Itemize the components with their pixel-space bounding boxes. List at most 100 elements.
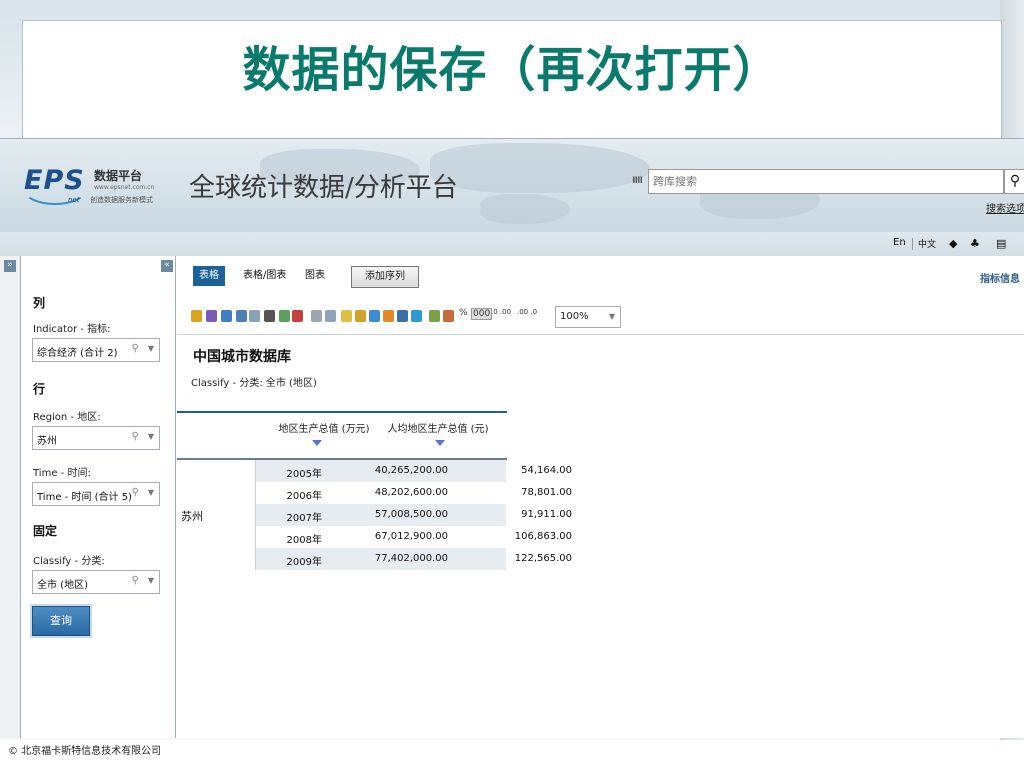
app-screenshot: EPS net 数据平台 www.epsnet.com.cn 创造数据服务新模式… — [0, 138, 1024, 738]
search-icon[interactable]: ⚲ — [132, 343, 139, 354]
cell-per-capita: 106,863.00 — [514, 531, 572, 542]
document-icon[interactable]: ▤ — [996, 237, 1006, 250]
layout-icon[interactable] — [411, 310, 422, 322]
tab-table[interactable]: 表格 — [193, 266, 225, 286]
search-icon: ⚲ — [1009, 173, 1021, 189]
database-subtitle: Classify - 分类: 全市 (地区) — [191, 378, 317, 389]
cell-gdp: 57,008,500.00 — [374, 509, 448, 520]
slide-title: 数据的保存（再次打开） — [242, 42, 782, 98]
indicator-label: Indicator - 指标: — [33, 324, 111, 335]
sort-icon[interactable] — [312, 440, 322, 446]
chevron-down-icon[interactable]: ▼ — [148, 488, 154, 497]
tab-table-chart[interactable]: 表格/图表 — [237, 266, 292, 286]
query-button[interactable]: 查询 — [32, 606, 90, 636]
copy-icon[interactable] — [311, 310, 322, 322]
chevron-down-icon[interactable]: ▼ — [609, 307, 615, 327]
users-icon[interactable]: ♣ — [970, 237, 980, 250]
search-input[interactable] — [648, 169, 1004, 194]
table-row: 2005年 40,265,200.00 54,164.00 — [256, 460, 572, 482]
pdf-icon[interactable] — [292, 310, 303, 322]
excel-icon[interactable] — [279, 310, 290, 322]
time-label: Time - 时间: — [33, 468, 91, 479]
classify-value: 全市 (地区) — [37, 580, 88, 591]
chart-bar-icon[interactable] — [383, 310, 394, 322]
platform-title: 全球统计数据/分析平台 — [189, 173, 458, 203]
search-button[interactable]: ⚲ — [1004, 169, 1024, 194]
lang-en-link[interactable]: En — [893, 237, 906, 248]
expand-panel-button[interactable]: » — [4, 260, 16, 272]
chevron-down-icon[interactable]: ▼ — [148, 344, 154, 353]
search-options-link[interactable]: 搜索选项 — [986, 200, 1024, 215]
open-icon[interactable] — [191, 310, 202, 322]
top-toolbar: En 中文 ◆ ♣ ▤ — [0, 232, 1024, 256]
table-row: 2007年 57,008,500.00 91,911.00 — [256, 504, 572, 526]
logo-cn: 数据平台 — [94, 169, 143, 183]
classify-label: Classify - 分类: — [33, 556, 105, 567]
calculate-icon[interactable] — [429, 310, 440, 322]
time-select[interactable]: Time - 时间 (合计 5) ⚲ ▼ — [32, 482, 160, 506]
transpose-icon[interactable] — [325, 310, 336, 322]
lang-cn-link[interactable]: 中文 — [918, 237, 936, 250]
table-icon[interactable] — [397, 310, 408, 322]
grid-icon[interactable] — [355, 310, 366, 322]
zoom-select[interactable]: 100% ▼ — [555, 306, 621, 328]
row-year: 2007年 — [286, 513, 322, 524]
table-top-border — [177, 411, 507, 413]
search-icon[interactable]: ⚲ — [132, 431, 139, 442]
undo-icon[interactable] — [236, 310, 247, 322]
cell-per-capita: 91,911.00 — [521, 509, 572, 520]
row-section-title: 行 — [33, 382, 46, 396]
divider — [912, 238, 913, 250]
row-year: 2005年 — [286, 469, 322, 480]
chevron-down-icon[interactable]: ▼ — [148, 432, 154, 441]
logo-net: net — [68, 196, 80, 204]
world-map-decoration — [480, 194, 570, 224]
row-year: 2009年 — [286, 557, 322, 568]
region-select[interactable]: 苏州 ⚲ ▼ — [32, 426, 160, 450]
row-header-region: 苏州 — [181, 510, 203, 523]
eps-logo[interactable]: EPS net 数据平台 www.epsnet.com.cn 创造数据服务新模式 — [22, 165, 164, 209]
decrease-decimal-button[interactable]: .00 .0 — [517, 308, 537, 316]
chevron-down-icon[interactable]: ▼ — [148, 576, 154, 585]
table-row: 2009年 77,402,000.00 122,565.00 — [256, 548, 572, 570]
table-toolbar: % 000 .0 .00 .00 .0 100% ▼ — [191, 306, 621, 328]
collapse-panel-button[interactable]: « — [161, 260, 173, 272]
tab-chart[interactable]: 图表 — [299, 266, 331, 286]
indicator-value: 综合经济 (合计 2) — [37, 348, 118, 359]
view-tabs: 表格 表格/图表 图表 添加序列 指标信息 — [177, 256, 1024, 288]
table-row: 2006年 48,202,600.00 78,801.00 — [256, 482, 572, 504]
indicator-info-link[interactable]: 指标信息 — [980, 270, 1020, 285]
format-icon[interactable] — [443, 310, 454, 322]
add-series-button[interactable]: 添加序列 — [351, 266, 419, 288]
left-collapse-strip: » — [0, 256, 20, 738]
column-section-title: 列 — [33, 296, 46, 310]
back-icon[interactable]: ◆ — [949, 237, 957, 250]
column-header-gdp[interactable]: 地区生产总值 (万元) — [269, 420, 379, 435]
cell-per-capita: 122,565.00 — [514, 553, 572, 564]
fixed-section-title: 固定 — [33, 524, 58, 538]
cell-per-capita: 54,164.00 — [521, 465, 572, 476]
table-row: 2008年 67,012,900.00 106,863.00 — [256, 526, 572, 548]
highlight-icon[interactable] — [341, 310, 352, 322]
thousands-separator-button[interactable]: 000 — [471, 308, 493, 320]
search-icon[interactable]: ⚲ — [132, 575, 139, 586]
database-title: 中国城市数据库 — [193, 349, 291, 365]
print-icon[interactable] — [264, 310, 275, 322]
sort-icon[interactable] — [435, 440, 445, 446]
redo-icon[interactable] — [249, 310, 260, 322]
cell-gdp: 67,012,900.00 — [374, 531, 448, 542]
indicator-select[interactable]: 综合经济 (合计 2) ⚲ ▼ — [32, 338, 160, 362]
logo-url: www.epsnet.com.cn — [94, 184, 155, 191]
zoom-value: 100% — [560, 311, 589, 322]
filter-icon[interactable] — [369, 310, 380, 322]
search-icon[interactable]: ⚲ — [132, 487, 139, 498]
percent-button[interactable]: % — [459, 308, 468, 318]
logo-slogan: 创造数据服务新模式 — [90, 196, 153, 204]
increase-decimal-button[interactable]: .0 .00 — [491, 308, 511, 316]
export-icon[interactable] — [221, 310, 232, 322]
save-icon[interactable] — [206, 310, 217, 322]
column-header-per-capita[interactable]: 人均地区生产总值 (元) — [383, 420, 493, 435]
classify-select[interactable]: 全市 (地区) ⚲ ▼ — [32, 570, 160, 594]
copyright-text: © 北京福卡斯特信息技术有限公司 — [8, 746, 162, 757]
app-header: EPS net 数据平台 www.epsnet.com.cn 创造数据服务新模式… — [0, 139, 1024, 232]
